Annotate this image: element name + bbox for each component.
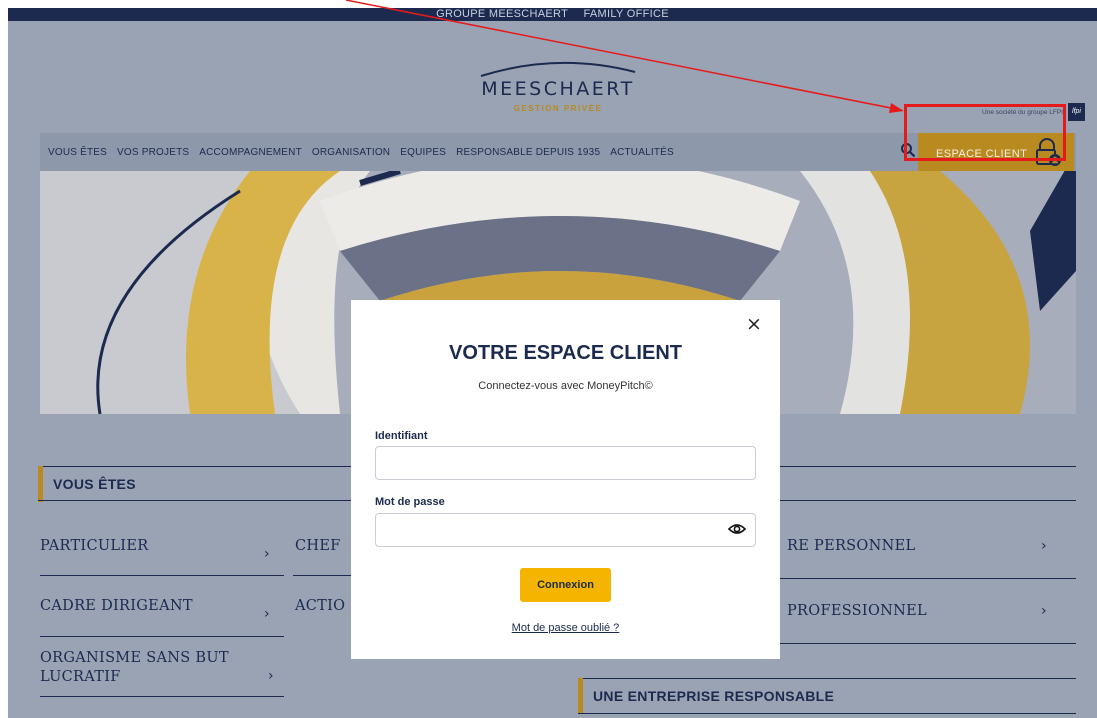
divider bbox=[778, 643, 1076, 644]
modal-subtitle: Connectez-vous avec MoneyPitch© bbox=[478, 380, 653, 392]
password-label: Mot de passe bbox=[375, 496, 445, 508]
section-title-vous-etes: VOUS ÊTES bbox=[38, 466, 136, 502]
chevron-right-icon: › bbox=[1041, 603, 1047, 619]
chevron-right-icon: › bbox=[264, 546, 270, 562]
divider bbox=[40, 696, 284, 697]
chevron-right-icon: › bbox=[264, 606, 270, 622]
profile-link-actio[interactable]: ACTIO bbox=[295, 598, 345, 614]
login-modal: × VOTRE ESPACE CLIENT Connectez-vous ave… bbox=[351, 300, 780, 659]
profile-link-personnel[interactable]: RE PERSONNEL bbox=[787, 538, 915, 554]
connexion-button[interactable]: Connexion bbox=[520, 568, 611, 602]
section-title-entreprise: UNE ENTREPRISE RESPONSABLE bbox=[578, 678, 834, 714]
divider bbox=[578, 713, 1076, 714]
divider bbox=[40, 636, 284, 637]
eye-icon[interactable] bbox=[728, 522, 746, 536]
profile-link-chef[interactable]: CHEF bbox=[295, 538, 341, 554]
login-input[interactable] bbox=[375, 446, 756, 480]
nav-item-vos-projets[interactable]: VOS PROJETS bbox=[117, 147, 189, 158]
nav-items: VOUS ÊTES VOS PROJETS ACCOMPAGNEMENT ORG… bbox=[48, 147, 674, 158]
chevron-right-icon: › bbox=[1041, 538, 1047, 554]
divider bbox=[778, 578, 1076, 579]
divider bbox=[293, 575, 353, 576]
divider bbox=[40, 575, 284, 576]
nav-item-equipes[interactable]: EQUIPES bbox=[400, 147, 446, 158]
login-label: Identifiant bbox=[375, 430, 428, 442]
profile-link-cadre-dirigeant[interactable]: CADRE DIRIGEANT bbox=[40, 598, 193, 614]
nav-item-organisation[interactable]: ORGANISATION bbox=[312, 147, 390, 158]
annotation-arrow-icon bbox=[345, 0, 904, 113]
profile-link-particulier[interactable]: PARTICULIER bbox=[40, 538, 148, 554]
profile-link-organisme[interactable]: ORGANISME SANS BUT LUCRATIF bbox=[40, 649, 260, 687]
password-input[interactable] bbox=[375, 513, 756, 547]
nav-item-accompagnement[interactable]: ACCOMPAGNEMENT bbox=[199, 147, 302, 158]
nav-item-responsable[interactable]: RESPONSABLE DEPUIS 1935 bbox=[456, 147, 600, 158]
close-icon[interactable]: × bbox=[746, 314, 762, 334]
chevron-right-icon: › bbox=[268, 668, 274, 684]
nav-item-actualites[interactable]: ACTUALITÉS bbox=[610, 147, 674, 158]
forgot-password-link[interactable]: Mot de passe oublié ? bbox=[351, 622, 780, 634]
profile-link-professionnel[interactable]: PROFESSIONNEL bbox=[787, 603, 927, 619]
nav-item-vous-etes[interactable]: VOUS ÊTES bbox=[48, 147, 107, 158]
modal-title: VOTRE ESPACE CLIENT bbox=[449, 342, 682, 364]
